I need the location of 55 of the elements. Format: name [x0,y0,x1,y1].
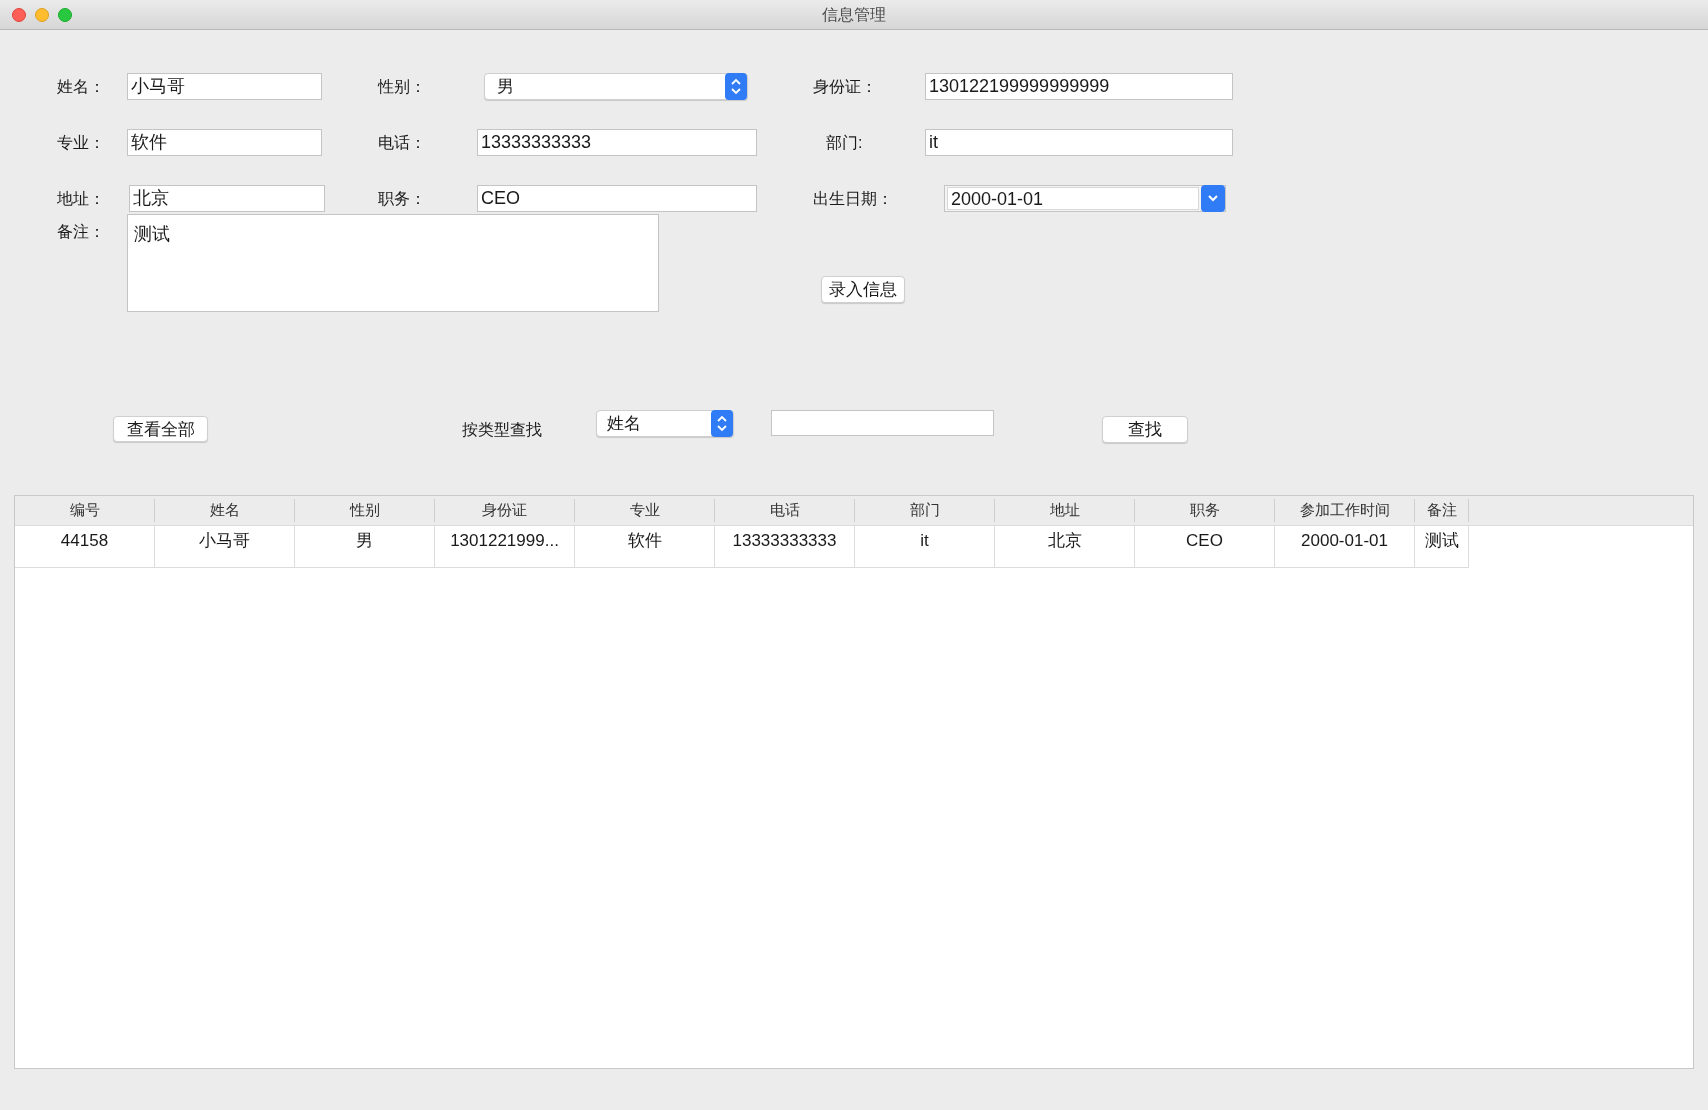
search-type-label: 按类型查找 [462,421,542,438]
column-header[interactable]: 性别 [295,499,435,522]
window-title: 信息管理 [822,4,886,25]
search-type-select[interactable]: 姓名 [596,410,734,437]
field-label: 职务： [378,190,426,207]
field-label: 备注： [57,223,105,240]
field-label: 专业： [57,134,105,151]
field-label: 地址： [57,190,105,207]
table-cell: 测试 [1415,526,1469,568]
field-label: 电话： [378,134,426,151]
table-cell: 1301221999... [435,526,575,568]
field-label: 出生日期： [813,190,893,207]
table-cell: CEO [1135,526,1275,568]
column-header[interactable]: 电话 [715,499,855,522]
column-header[interactable]: 姓名 [155,499,295,522]
search-button[interactable]: 查找 [1102,416,1188,443]
stepper-icon [725,73,747,100]
text-input-field[interactable]: it [925,129,1233,156]
column-header[interactable]: 身份证 [435,499,575,522]
field-label: 姓名： [57,78,105,95]
text-input-field[interactable]: 北京 [129,185,325,212]
table-cell: 小马哥 [155,526,295,568]
table-cell: 北京 [995,526,1135,568]
submit-button[interactable]: 录入信息 [821,276,905,303]
text-input-field[interactable]: 小马哥 [127,73,322,100]
text-input-field[interactable]: 13333333333 [477,129,757,156]
minimize-button[interactable] [35,8,49,22]
show-all-button[interactable]: 查看全部 [113,416,208,442]
stepper-icon [711,410,733,437]
column-header[interactable]: 备注 [1415,499,1469,522]
column-header[interactable]: 编号 [15,499,155,522]
table-cell: 2000-01-01 [1275,526,1415,568]
table-cell: 软件 [575,526,715,568]
close-button[interactable] [12,8,26,22]
field-label: 部门: [826,134,863,151]
remarks-text-area[interactable]: 测试 [127,214,659,312]
gender-select[interactable]: 男 [484,73,748,100]
text-input-field[interactable]: 软件 [127,129,322,156]
search-input-field[interactable] [771,410,994,436]
column-header[interactable]: 地址 [995,499,1135,522]
field-label: 性别： [378,78,426,95]
table-cell: 13333333333 [715,526,855,568]
text-input-field[interactable]: CEO [477,185,757,212]
table-cell: 男 [295,526,435,568]
date-picker[interactable]: 2000-01-01 [944,185,1226,212]
column-header[interactable]: 部门 [855,499,995,522]
column-header[interactable]: 职务 [1135,499,1275,522]
text-input-field[interactable]: 130122199999999999 [925,73,1233,100]
table-cell: 44158 [15,526,155,568]
column-header[interactable]: 专业 [575,499,715,522]
dropdown-icon [1201,185,1225,212]
column-header[interactable]: 参加工作时间 [1275,499,1415,522]
table-cell: it [855,526,995,568]
field-label: 身份证： [813,78,877,95]
zoom-button[interactable] [58,8,72,22]
